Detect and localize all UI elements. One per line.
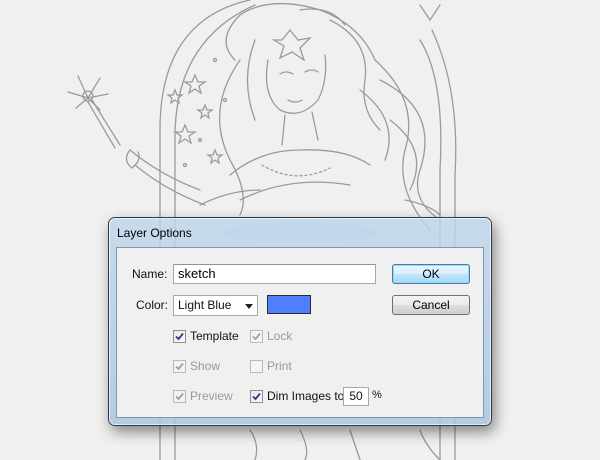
show-checkbox[interactable] <box>173 360 186 373</box>
name-label: Name: <box>132 267 168 281</box>
dim-images-percent-field[interactable]: 50 <box>343 387 369 406</box>
checkmark-icon <box>252 332 261 341</box>
checkmark-icon <box>175 362 184 371</box>
lock-label: Lock <box>267 329 293 343</box>
ok-button[interactable]: OK <box>392 264 470 284</box>
color-label: Color: <box>136 298 169 312</box>
print-label: Print <box>267 359 292 373</box>
checkmark-icon <box>252 392 261 401</box>
dialog-body: Name: sketch Color: Light Blue OK Cancel… <box>116 247 484 418</box>
print-checkbox[interactable] <box>250 360 263 373</box>
template-label: Template <box>190 329 239 343</box>
checkmark-icon <box>175 332 184 341</box>
color-dropdown-value: Light Blue <box>178 298 232 312</box>
show-label: Show <box>190 359 221 373</box>
lock-checkbox[interactable] <box>250 330 263 343</box>
preview-checkbox[interactable] <box>173 390 186 403</box>
chevron-down-icon <box>245 304 253 309</box>
percent-unit-label: % <box>372 389 382 401</box>
dim-images-checkbox[interactable] <box>250 390 263 403</box>
template-checkbox[interactable] <box>173 330 186 343</box>
preview-label: Preview <box>190 389 233 403</box>
color-swatch[interactable] <box>267 295 311 314</box>
cancel-button[interactable]: Cancel <box>392 295 470 315</box>
dim-images-label: Dim Images to: <box>267 389 348 403</box>
checkmark-icon <box>175 392 184 401</box>
dialog-title: Layer Options <box>117 226 192 240</box>
name-field[interactable]: sketch <box>173 264 376 284</box>
color-dropdown[interactable]: Light Blue <box>173 295 258 316</box>
layer-options-dialog: Layer Options Name: sketch Color: Light … <box>108 217 492 426</box>
